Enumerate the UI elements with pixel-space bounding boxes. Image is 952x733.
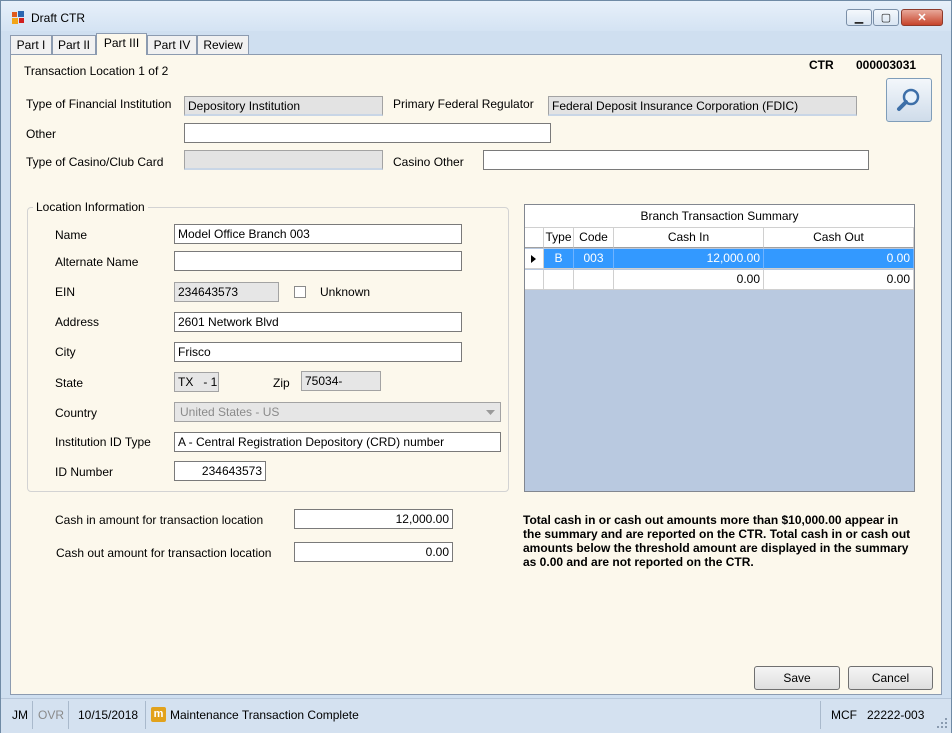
ein-field[interactable]: 234643573 — [174, 282, 279, 302]
table-cell-code[interactable]: 003 — [574, 249, 614, 269]
institution-type-label: Type of Financial Institution — [26, 97, 172, 111]
grid-header-cash-in[interactable]: Cash In — [614, 228, 764, 248]
institution-id-type-field[interactable]: A - Central Registration Depository (CRD… — [174, 432, 501, 452]
grid-header-cash-out[interactable]: Cash Out — [764, 228, 914, 248]
address-label: Address — [55, 315, 100, 329]
casino-other-label: Casino Other — [393, 155, 464, 169]
status-message: Maintenance Transaction Complete — [170, 708, 359, 722]
state-label: State — [55, 376, 84, 390]
city-label: City — [55, 345, 76, 359]
status-date: 10/15/2018 — [78, 708, 139, 722]
magnifier-icon — [897, 88, 920, 111]
save-button[interactable]: Save — [754, 666, 840, 690]
ein-label: EIN — [55, 285, 76, 299]
status-bar: JM OVR 10/15/2018 m Maintenance Transact… — [1, 698, 951, 733]
id-number-field[interactable]: 234643573 — [174, 461, 266, 481]
chevron-down-icon — [486, 410, 495, 415]
tab-part-iv[interactable]: Part IV — [147, 35, 197, 54]
table-cell-cash-out[interactable]: 0.00 — [764, 249, 914, 269]
location-group-title: Location Information — [33, 200, 148, 214]
table-cell-cash-out[interactable]: 0.00 — [764, 270, 914, 290]
casino-card-field[interactable] — [184, 150, 383, 170]
tab-part-i[interactable]: Part I — [10, 35, 52, 54]
table-row-selector[interactable] — [525, 270, 544, 290]
other-field[interactable] — [184, 123, 551, 143]
cancel-button[interactable]: Cancel — [848, 666, 933, 690]
name-field[interactable]: Model Office Branch 003 — [174, 224, 462, 244]
table-cell-cash-in[interactable]: 12,000.00 — [614, 249, 764, 269]
table-cell-code[interactable] — [574, 270, 614, 290]
other-label: Other — [26, 127, 57, 141]
cash-out-field[interactable]: 0.00 — [294, 542, 453, 562]
status-separator — [32, 701, 33, 729]
alternate-name-field[interactable] — [174, 251, 462, 271]
table-cell-type[interactable]: B — [544, 249, 574, 269]
maximize-button[interactable]: ▢ — [873, 9, 899, 26]
status-user: JM — [12, 708, 28, 722]
regulator-label: Primary Federal Regulator — [393, 97, 534, 111]
cash-in-field[interactable]: 12,000.00 — [294, 509, 453, 529]
grid-caption: Branch Transaction Summary — [525, 205, 914, 228]
state-field[interactable]: TX - 1 — [174, 372, 219, 392]
tab-part-iii[interactable]: Part III — [96, 33, 147, 55]
id-number-label: ID Number — [55, 465, 114, 479]
window-title: Draft CTR — [31, 11, 85, 25]
status-ovr: OVR — [38, 708, 65, 722]
unknown-label: Unknown — [320, 285, 371, 299]
status-separator — [68, 701, 69, 729]
threshold-note: Total cash in or cash out amounts more t… — [523, 513, 911, 569]
country-select[interactable]: United States - US — [174, 402, 501, 422]
branch-summary-grid[interactable]: Branch Transaction Summary Type Code Cas… — [524, 204, 915, 492]
country-label: Country — [55, 406, 98, 420]
status-mcf: MCF — [831, 708, 857, 722]
row-pointer-icon — [531, 255, 536, 263]
app-icon — [12, 11, 24, 24]
ctr-number: 000003031 — [856, 58, 917, 72]
table-row-selector[interactable] — [525, 249, 544, 269]
country-value: United States - US — [180, 405, 280, 419]
name-label: Name — [55, 228, 88, 242]
address-field[interactable]: 2601 Network Blvd — [174, 312, 462, 332]
minimize-button[interactable]: ▁ — [846, 9, 872, 26]
casino-card-label: Type of Casino/Club Card — [26, 155, 164, 169]
cash-out-label: Cash out amount for transaction location — [56, 546, 272, 560]
grid-header-type[interactable]: Type — [544, 228, 574, 248]
tab-review[interactable]: Review — [197, 35, 249, 54]
status-separator — [820, 701, 821, 729]
grid-row-header-corner — [525, 228, 544, 248]
city-field[interactable]: Frisco — [174, 342, 462, 362]
cash-in-label: Cash in amount for transaction location — [55, 513, 264, 527]
title-bar: Draft CTR ▁ ▢ ✕ — [1, 1, 951, 31]
alternate-name-label: Alternate Name — [55, 255, 139, 269]
resize-grip-icon[interactable] — [936, 717, 948, 729]
zip-field[interactable]: 75034- — [301, 371, 381, 391]
draft-ctr-window: Draft CTR ▁ ▢ ✕ Part I Part II Part III … — [0, 0, 952, 733]
institution-id-type-label: Institution ID Type — [55, 435, 151, 449]
transaction-location-label: Transaction Location 1 of 2 — [24, 64, 169, 78]
table-cell-cash-in[interactable]: 0.00 — [614, 270, 764, 290]
grid-header-code[interactable]: Code — [574, 228, 614, 248]
zip-label: Zip — [273, 376, 290, 390]
status-message-icon: m — [151, 707, 166, 722]
tab-part-ii[interactable]: Part II — [52, 35, 96, 54]
close-button[interactable]: ✕ — [901, 9, 943, 26]
status-code: 22222-003 — [867, 708, 925, 722]
institution-type-field[interactable]: Depository Institution — [184, 96, 383, 116]
unknown-checkbox[interactable] — [294, 286, 306, 298]
table-cell-type[interactable] — [544, 270, 574, 290]
ctr-label: CTR — [809, 58, 834, 72]
regulator-field[interactable]: Federal Deposit Insurance Corporation (F… — [548, 96, 857, 116]
status-separator — [145, 701, 146, 729]
lookup-button[interactable] — [886, 78, 932, 122]
casino-other-field[interactable] — [483, 150, 869, 170]
